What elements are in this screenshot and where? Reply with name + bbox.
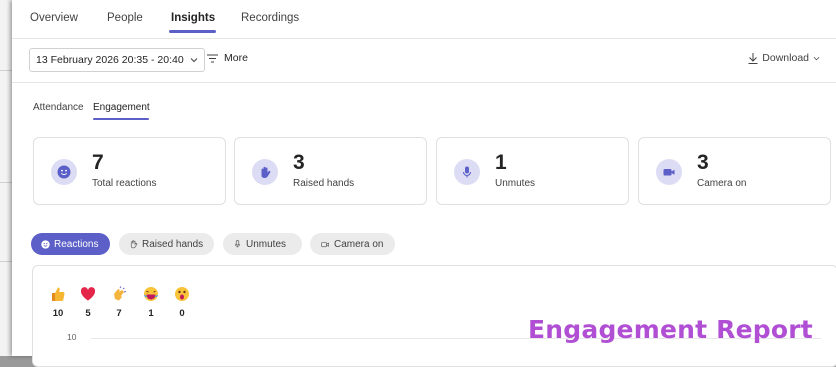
camera-icon — [321, 241, 329, 247]
reaction-count: 1 — [148, 308, 154, 319]
tab-people[interactable]: People — [107, 12, 143, 24]
camera-icon — [663, 169, 675, 176]
more-button[interactable]: More — [207, 52, 248, 64]
stat-label: Raised hands — [293, 178, 355, 189]
tab-engagement[interactable]: Engagement — [93, 102, 150, 113]
filter-camera-on[interactable]: Camera on — [310, 233, 395, 255]
microphone-icon — [462, 166, 472, 178]
reaction-count: 0 — [179, 308, 185, 319]
tab-overview[interactable]: Overview — [30, 12, 78, 24]
hand-icon — [130, 240, 138, 249]
download-label: Download — [762, 52, 809, 64]
watermark-title: Engagement Report — [528, 315, 813, 344]
stat-card-unmutes: 1 Unmutes — [436, 137, 629, 205]
clap-icon — [114, 286, 127, 301]
reaction-count: 10 — [52, 308, 64, 319]
smiley-icon — [57, 165, 71, 179]
date-range-label: 13 February 2026 20:35 - 20:40 — [36, 54, 184, 66]
filter-reactions[interactable]: Reactions — [31, 233, 110, 255]
laugh-icon — [143, 287, 159, 301]
filter-unmutes[interactable]: Unmutes — [223, 233, 302, 255]
tab-recordings[interactable]: Recordings — [241, 12, 299, 24]
meeting-insights-panel: Overview People Insights Recordings 13 F… — [12, 0, 836, 367]
tab-attendance[interactable]: Attendance — [33, 102, 84, 113]
thumbs-up-icon — [52, 287, 65, 302]
filter-raised-hands[interactable]: Raised hands — [119, 233, 214, 255]
filter-label: Unmutes — [246, 238, 287, 250]
tab-insights[interactable]: Insights — [171, 12, 215, 24]
download-button[interactable]: Download — [748, 52, 824, 64]
background-window — [0, 0, 12, 356]
stat-card-raised-hands: 3 Raised hands — [234, 137, 427, 205]
stat-label: Unmutes — [495, 178, 536, 189]
chevron-down-icon — [190, 58, 198, 63]
stat-label: Camera on — [697, 178, 747, 189]
filter-label: Raised hands — [142, 238, 204, 250]
filter-label: Reactions — [54, 238, 99, 250]
reaction-count: 7 — [116, 308, 122, 319]
toolbar: 13 February 2026 20:35 - 20:40 More Down… — [12, 38, 836, 83]
heart-icon — [80, 287, 96, 301]
date-range-dropdown[interactable]: 13 February 2026 20:35 - 20:40 — [29, 48, 205, 72]
microphone-icon — [234, 240, 241, 248]
smiley-icon — [41, 239, 50, 249]
chevron-down-icon — [813, 56, 820, 60]
stat-value: 3 — [697, 151, 709, 174]
hand-icon — [261, 166, 271, 178]
stat-value: 1 — [495, 151, 507, 174]
stat-card-reactions: 7 Total reactions — [33, 137, 226, 205]
filter-lines-icon — [207, 54, 218, 62]
stat-value: 7 — [92, 151, 104, 174]
active-tab-indicator — [169, 30, 216, 33]
more-label: More — [224, 52, 248, 64]
stat-label: Total reactions — [92, 178, 157, 189]
active-subtab-indicator — [93, 118, 149, 120]
surprised-icon — [175, 287, 189, 301]
download-icon — [748, 52, 758, 64]
filter-label: Camera on — [334, 238, 384, 250]
reaction-count: 5 — [85, 308, 91, 319]
stat-card-camera: 3 Camera on — [638, 137, 831, 205]
top-tab-bar: Overview People Insights Recordings — [12, 0, 836, 38]
y-axis-tick: 10 — [67, 332, 77, 342]
stat-value: 3 — [293, 151, 305, 174]
